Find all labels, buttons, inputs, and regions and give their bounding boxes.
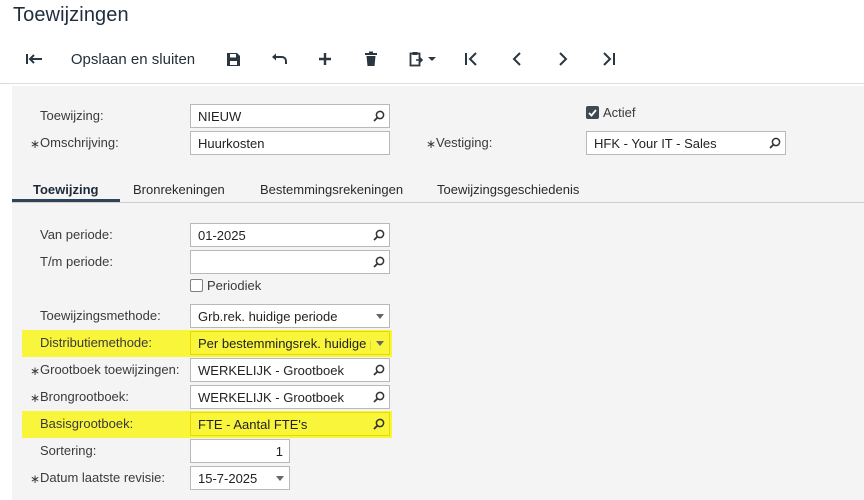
toewijzingsmethode-value: Grb.rek. huidige periode: [198, 308, 338, 324]
paste-dropdown-button[interactable]: [404, 36, 442, 82]
first-record-button[interactable]: [458, 36, 484, 82]
caret-down-icon: [271, 467, 289, 489]
required-marker: ∗: [30, 137, 41, 151]
required-marker: ∗: [30, 472, 41, 486]
clipboard-icon: [409, 52, 423, 67]
tm-periode-field[interactable]: [190, 250, 390, 274]
undo-icon: [271, 53, 287, 64]
toolbar: Opslaan en sluiten: [0, 36, 864, 84]
back-button[interactable]: [20, 36, 48, 82]
page-title: Toewijzingen: [13, 4, 129, 26]
basisgrootboek-value: FTE - Aantal FTE's: [198, 416, 308, 432]
save-button[interactable]: [220, 36, 246, 82]
brongrootboek-label: Brongrootboek:: [40, 389, 129, 404]
toewijzing-value: NIEUW: [198, 108, 242, 124]
toewijzingsmethode-label: Toewijzingsmethode:: [40, 308, 161, 323]
search-icon[interactable]: [369, 105, 389, 127]
vestiging-field[interactable]: HFK - Your IT - Sales: [586, 131, 786, 155]
toewijzing-field[interactable]: NIEUW: [190, 104, 390, 128]
plus-icon: [319, 53, 331, 65]
tab-toewijzing[interactable]: Toewijzing: [33, 182, 98, 197]
omschrijving-field[interactable]: Huurkosten: [190, 131, 390, 155]
search-icon[interactable]: [369, 224, 389, 246]
brongrootboek-field[interactable]: WERKELIJK - Grootboek: [190, 385, 390, 409]
trash-icon: [365, 51, 377, 66]
search-icon[interactable]: [765, 132, 785, 154]
periodiek-label: Periodiek: [207, 278, 262, 293]
actief-label: Actief: [603, 105, 636, 120]
chevron-right-icon: [559, 52, 568, 66]
last-icon: [603, 52, 615, 66]
van-periode-field[interactable]: 01-2025: [190, 223, 390, 247]
required-marker: ∗: [426, 137, 437, 151]
vestiging-label: Vestiging:: [436, 135, 493, 150]
datum-laatste-revisie-value: 15-7-2025: [198, 470, 258, 486]
omschrijving-label: Omschrijving:: [40, 135, 119, 150]
back-arrow-icon: [26, 54, 42, 64]
datum-laatste-revisie-field[interactable]: 15-7-2025: [190, 466, 290, 490]
required-marker: ∗: [30, 391, 41, 405]
checkmark-icon: [588, 108, 597, 117]
distributiemethode-select[interactable]: Per bestemmingsrek. huidige pe: [190, 331, 390, 355]
grootboek-toewijzingen-field[interactable]: WERKELIJK - Grootboek: [190, 358, 390, 382]
search-icon[interactable]: [369, 251, 389, 273]
tab-bronrekeningen[interactable]: Bronrekeningen: [133, 182, 225, 197]
basisgrootboek-field[interactable]: FTE - Aantal FTE's: [190, 412, 390, 436]
add-button[interactable]: [312, 36, 338, 82]
tm-periode-label: T/m periode:: [40, 254, 113, 269]
sortering-label: Sortering:: [40, 443, 97, 458]
toewijzingsmethode-select[interactable]: Grb.rek. huidige periode: [190, 304, 390, 328]
distributiemethode-label: Distributiemethode:: [40, 335, 152, 350]
omschrijving-value: Huurkosten: [198, 135, 265, 151]
required-marker: ∗: [30, 364, 41, 378]
grootboek-toewijzingen-value: WERKELIJK - Grootboek: [198, 362, 344, 378]
last-record-button[interactable]: [596, 36, 622, 82]
sortering-field[interactable]: 1: [190, 439, 290, 463]
previous-record-button[interactable]: [504, 36, 530, 82]
next-record-button[interactable]: [550, 36, 576, 82]
caret-down-icon: [428, 57, 436, 61]
van-periode-value: 01-2025: [198, 227, 246, 243]
save-and-close-button[interactable]: Opslaan en sluiten: [63, 36, 203, 82]
search-icon[interactable]: [369, 359, 389, 381]
tab-toewijzingsgeschiedenis[interactable]: Toewijzingsgeschiedenis: [437, 182, 579, 197]
tab-bar: Toewijzing Bronrekeningen Bestemmingsrek…: [12, 175, 864, 203]
chevron-left-icon: [512, 52, 521, 66]
sortering-value: 1: [275, 443, 283, 459]
vestiging-value: HFK - Your IT - Sales: [594, 135, 717, 151]
tab-bestemmingsrekeningen[interactable]: Bestemmingsrekeningen: [260, 182, 403, 197]
active-tab-indicator: [12, 199, 120, 202]
first-icon: [465, 52, 477, 66]
grootboek-toewijzingen-label: Grootboek toewijzingen:: [40, 362, 180, 377]
datum-laatste-revisie-label: Datum laatste revisie:: [40, 470, 165, 485]
distributiemethode-value: Per bestemmingsrek. huidige pe: [198, 335, 371, 351]
caret-down-icon: [371, 332, 389, 354]
brongrootboek-value: WERKELIJK - Grootboek: [198, 389, 344, 405]
van-periode-label: Van periode:: [40, 227, 113, 242]
periodiek-checkbox[interactable]: [190, 279, 203, 292]
toewijzing-label: Toewijzing:: [40, 108, 104, 123]
caret-down-icon: [371, 305, 389, 327]
search-icon[interactable]: [369, 413, 389, 435]
search-icon[interactable]: [369, 386, 389, 408]
actief-checkbox[interactable]: [586, 106, 599, 119]
undo-button[interactable]: [266, 36, 292, 82]
delete-button[interactable]: [358, 36, 384, 82]
save-icon: [226, 52, 240, 66]
basisgrootboek-label: Basisgrootboek:: [40, 416, 134, 431]
